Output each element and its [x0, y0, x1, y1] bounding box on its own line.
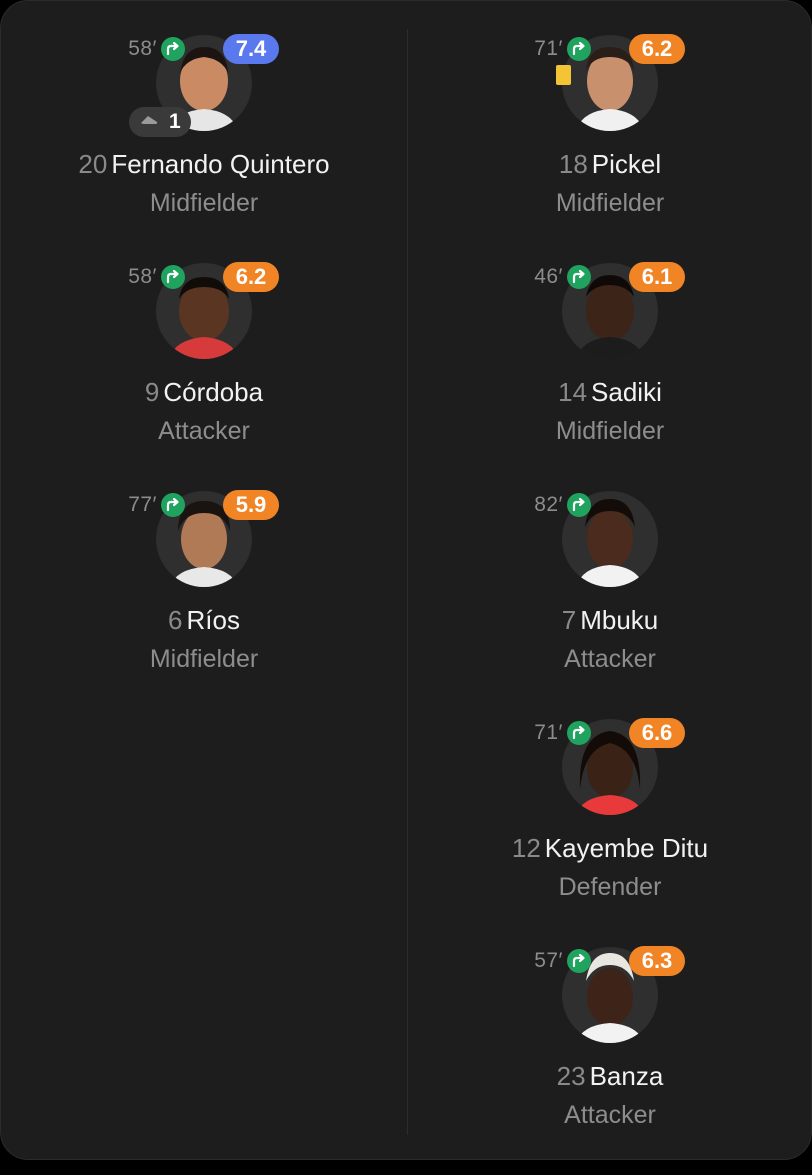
- player-card[interactable]: 57′ 6.3 23 Banza Attacker: [407, 946, 812, 1175]
- player-name: Kayembe Ditu: [544, 833, 709, 863]
- rating-badge: 5.9: [223, 490, 279, 520]
- left-team-subs: 58′ 7.4 1 20 Fernando Quintero Midfielder…: [1, 1, 407, 1161]
- sub-in-arrow-icon: [161, 37, 185, 61]
- sub-minute: 58′: [128, 37, 157, 60]
- player-name: Mbuku: [580, 605, 659, 635]
- rating-badge: 6.2: [629, 34, 685, 64]
- sub-in-arrow-icon: [567, 949, 591, 973]
- rating-badge: 6.3: [629, 946, 685, 976]
- right-team-subs: 71′ 6.2 18 Pickel Midfielder 46′ 6.1 14 Sa…: [407, 1, 812, 1161]
- player-card[interactable]: 46′ 6.1 14 Sadiki Midfielder: [407, 262, 812, 491]
- shirt-number: 6: [168, 605, 183, 635]
- player-name: Sadiki: [591, 377, 662, 407]
- sub-minute: 77′: [128, 493, 157, 516]
- player-name: Pickel: [591, 149, 662, 179]
- rating-badge: 6.1: [629, 262, 685, 292]
- player-card[interactable]: 77′ 5.9 6 Ríos Midfielder: [1, 490, 407, 719]
- player-card[interactable]: 71′ 6.6 12 Kayembe Ditu Defender: [407, 718, 812, 947]
- player-name-line: 12 Kayembe Ditu: [407, 833, 812, 864]
- sub-minute: 58′: [128, 265, 157, 288]
- sub-minute: 71′: [534, 721, 563, 744]
- sub-minute: 57′: [534, 949, 563, 972]
- shirt-number: 18: [558, 149, 588, 179]
- player-position: Midfielder: [149, 189, 259, 217]
- sub-in-arrow-icon: [567, 265, 591, 289]
- sub-in-arrow-icon: [567, 721, 591, 745]
- player-card[interactable]: 58′ 6.2 9 Córdoba Attacker: [1, 262, 407, 491]
- player-name-line: 23 Banza: [407, 1061, 812, 1092]
- player-card[interactable]: 71′ 6.2 18 Pickel Midfielder: [407, 34, 812, 263]
- shirt-number: 7: [561, 605, 577, 635]
- substitutes-card: 58′ 7.4 1 20 Fernando Quintero Midfielder…: [0, 0, 812, 1160]
- sub-in-arrow-icon: [161, 493, 185, 517]
- player-card[interactable]: 82′ 7 Mbuku Attacker: [407, 491, 812, 719]
- football-boot-icon: [139, 113, 159, 132]
- player-position: Attacker: [564, 645, 656, 673]
- shirt-number: 12: [511, 833, 541, 863]
- player-position: Midfielder: [149, 645, 259, 673]
- yellow-card-icon: [556, 65, 571, 85]
- shirt-number: 20: [78, 149, 108, 179]
- player-name-line: 14 Sadiki: [407, 377, 812, 408]
- sub-minute: 82′: [534, 493, 563, 516]
- player-name-line: 20 Fernando Quintero: [1, 149, 407, 180]
- player-name: Ríos: [186, 605, 240, 635]
- goals-count: 1: [169, 110, 181, 133]
- shirt-number: 14: [558, 377, 588, 407]
- player-position: Attacker: [158, 417, 250, 445]
- player-name-line: 9 Córdoba: [1, 377, 407, 408]
- player-position: Attacker: [564, 1101, 656, 1129]
- player-name-line: 7 Mbuku: [407, 605, 812, 636]
- rating-badge: 6.2: [223, 262, 279, 292]
- player-position: Defender: [558, 873, 662, 901]
- player-name: Fernando Quintero: [111, 149, 330, 179]
- player-name: Banza: [589, 1061, 664, 1091]
- shirt-number: 23: [556, 1061, 586, 1091]
- player-position: Midfielder: [555, 417, 665, 445]
- rating-badge: 6.6: [629, 718, 685, 748]
- sub-in-arrow-icon: [567, 493, 591, 517]
- player-name-line: 6 Ríos: [1, 605, 407, 636]
- player-name-line: 18 Pickel: [407, 149, 812, 180]
- rating-badge: 7.4: [223, 34, 279, 64]
- player-card[interactable]: 58′ 7.4 1 20 Fernando Quintero Midfielder: [1, 34, 407, 263]
- shirt-number: 9: [144, 377, 160, 407]
- sub-minute: 71′: [534, 37, 563, 60]
- sub-in-arrow-icon: [161, 265, 185, 289]
- sub-in-arrow-icon: [567, 37, 591, 61]
- goals-badge: 1: [129, 107, 191, 137]
- player-name: Córdoba: [163, 377, 264, 407]
- sub-minute: 46′: [534, 265, 563, 288]
- player-position: Midfielder: [555, 189, 665, 217]
